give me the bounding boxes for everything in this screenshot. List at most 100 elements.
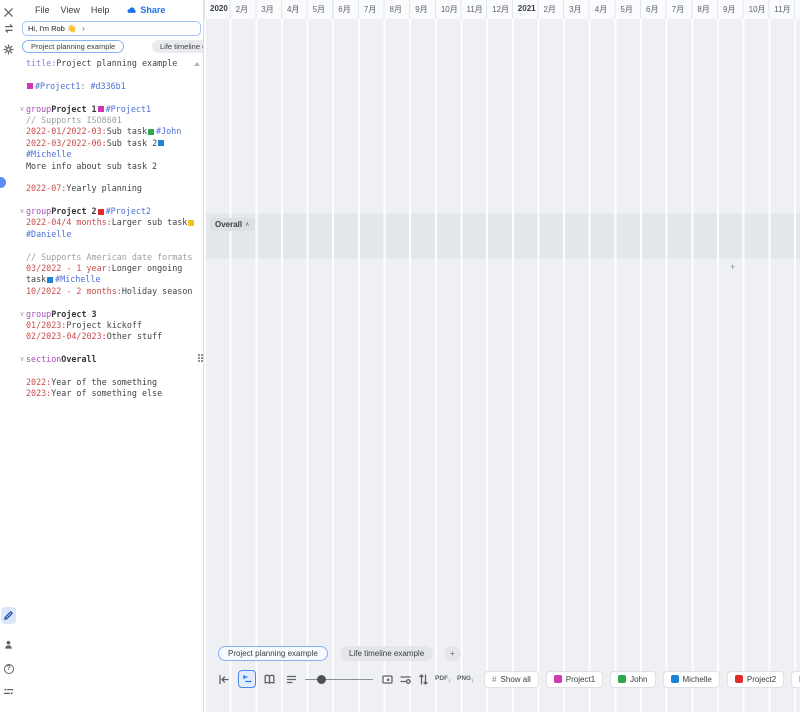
color-swatch xyxy=(47,277,53,283)
code-line[interactable] xyxy=(17,92,198,103)
code-line[interactable]: ∨group Project 2 #Project2 xyxy=(17,206,198,217)
profile-person-icon[interactable] xyxy=(2,638,15,651)
code-line[interactable]: // Supports American date formats xyxy=(17,252,198,263)
code-token: task xyxy=(26,274,46,285)
export-pdf-button[interactable]: PDF ↓ xyxy=(435,675,451,684)
code-line[interactable]: ∨group Project 1 #Project1 xyxy=(17,104,198,115)
code-line[interactable]: ∨group Project 3 xyxy=(17,309,198,320)
tag-filter-project2[interactable]: Project2 xyxy=(727,671,784,688)
code-token: Year of something else xyxy=(51,388,162,399)
notification-bubble[interactable] xyxy=(0,177,6,188)
close-icon[interactable] xyxy=(2,6,15,19)
section-chip-overall[interactable]: Overall ∧ xyxy=(210,218,255,231)
code-token: Yearly planning xyxy=(66,183,142,194)
code-token: Project 1 xyxy=(51,104,96,115)
code-line[interactable]: 03/2022 - 1 year: Longer ongoing xyxy=(17,263,198,274)
code-line[interactable]: 2022-01/2022-03: Sub task #John xyxy=(17,126,198,137)
add-event-marker[interactable]: + xyxy=(730,262,735,272)
code-editor[interactable]: title: Project planning example #Project1… xyxy=(17,58,198,712)
gear-icon[interactable] xyxy=(2,43,15,56)
code-line[interactable]: #Danielle xyxy=(17,229,198,240)
code-token: Other stuff xyxy=(107,331,162,342)
go-to-start-button[interactable] xyxy=(214,670,232,688)
code-line[interactable]: 01/2023: Project kickoff xyxy=(17,320,198,331)
code-token: 2022-01/2022-03: xyxy=(26,126,107,137)
month-label: 2021 xyxy=(518,4,536,13)
code-line[interactable]: task #Michelle xyxy=(17,274,198,285)
editor-tab-1[interactable]: Project planning example xyxy=(22,40,124,53)
color-swatch xyxy=(158,140,164,146)
menu-view[interactable]: View xyxy=(61,5,80,15)
tag-color-swatch xyxy=(735,675,743,683)
tag-filter-michelle[interactable]: Michelle xyxy=(663,671,720,688)
code-line[interactable]: 02/2023-04/2023: Other stuff xyxy=(17,331,198,342)
code-line[interactable]: ∨section Overall xyxy=(17,354,198,365)
swap-arrows-icon[interactable] xyxy=(2,22,15,35)
timelines-list-icon[interactable] xyxy=(2,685,15,698)
add-page-tab-button[interactable]: + xyxy=(444,646,461,661)
month-label: 5月 xyxy=(620,4,632,15)
edit-pencil-icon[interactable] xyxy=(1,607,16,624)
code-line[interactable] xyxy=(17,69,198,80)
share-button[interactable]: Share xyxy=(126,5,165,15)
assistant-greeting: Hi, I'm Rob 👋 xyxy=(28,24,76,33)
fold-chevron-icon[interactable]: ∨ xyxy=(17,309,26,320)
scrollbar-up-arrow[interactable] xyxy=(194,62,200,66)
code-token: group xyxy=(26,309,51,320)
tag-label: Project2 xyxy=(747,675,776,684)
code-line[interactable] xyxy=(17,343,198,354)
filter-settings-button[interactable] xyxy=(396,670,414,688)
code-line[interactable]: #Project1: #d336b1 xyxy=(17,81,198,92)
month-label: 7月 xyxy=(364,4,376,15)
code-token: 2022-04/4 months: xyxy=(26,217,112,228)
code-token: title: xyxy=(26,58,56,69)
code-token: // Supports American date formats xyxy=(26,252,192,263)
section-band-overall xyxy=(204,213,800,259)
calendar-book-view-button[interactable] xyxy=(260,670,278,688)
minimap-toggle-button[interactable] xyxy=(378,670,396,688)
tag-filter-danielle[interactable]: Danielle xyxy=(791,671,800,688)
code-line[interactable]: title: Project planning example xyxy=(17,58,198,69)
code-line[interactable] xyxy=(17,240,198,251)
panel-resize-handle[interactable] xyxy=(197,350,204,365)
tag-color-swatch xyxy=(554,675,562,683)
tag-filter-project1[interactable]: Project1 xyxy=(546,671,603,688)
tag-filter-john[interactable]: John xyxy=(610,671,655,688)
code-line[interactable] xyxy=(17,297,198,308)
editor-tab-2[interactable]: Life timeline example xyxy=(152,40,204,53)
help-icon[interactable]: ? xyxy=(2,662,15,675)
code-line[interactable]: 10/2022 - 2 months: Holiday season xyxy=(17,286,198,297)
zoom-slider[interactable] xyxy=(305,670,373,688)
code-line[interactable]: // Supports ISO8601 xyxy=(17,115,198,126)
show-all-button[interactable]: # Show all xyxy=(484,671,539,688)
timeline-view-button[interactable] xyxy=(238,670,256,688)
month-label: 11月 xyxy=(467,4,483,15)
menu-file[interactable]: File xyxy=(35,5,50,15)
list-view-button[interactable] xyxy=(282,670,300,688)
code-line[interactable]: 2022-03/2022-06: Sub task 2 xyxy=(17,138,198,149)
code-line[interactable] xyxy=(17,366,198,377)
code-line[interactable]: 2022: Year of the something xyxy=(17,377,198,388)
code-line[interactable] xyxy=(17,195,198,206)
fold-chevron-icon[interactable]: ∨ xyxy=(17,354,26,365)
assistant-input[interactable]: Hi, I'm Rob 👋 › xyxy=(22,21,201,36)
page-tab-2[interactable]: Life timeline example xyxy=(340,646,433,661)
code-line[interactable]: 2022-04/4 months: Larger sub task xyxy=(17,217,198,228)
page-tab-1[interactable]: Project planning example xyxy=(218,646,328,661)
fold-chevron-icon[interactable]: ∨ xyxy=(17,206,26,217)
code-line[interactable]: 2022-07: Yearly planning xyxy=(17,183,198,194)
menu-help[interactable]: Help xyxy=(91,5,110,15)
code-line[interactable]: 2023: Year of something else xyxy=(17,388,198,399)
month-label: 6月 xyxy=(338,4,350,15)
code-token: Larger sub task xyxy=(112,217,188,228)
code-line[interactable]: More info about sub task 2 xyxy=(17,161,198,172)
code-line[interactable] xyxy=(17,172,198,183)
code-token: Project 2 xyxy=(51,206,96,217)
zoom-slider-thumb[interactable] xyxy=(317,675,326,684)
autofit-rows-button[interactable] xyxy=(414,670,432,688)
month-label: 12月 xyxy=(492,4,509,15)
fold-chevron-icon[interactable]: ∨ xyxy=(17,104,26,115)
timeline-canvas[interactable]: 20202月3月4月5月6月7月8月9月10月11月12月20212月3月4月5… xyxy=(204,0,800,712)
code-line[interactable]: #Michelle xyxy=(17,149,198,160)
export-png-button[interactable]: PNG ↓ xyxy=(457,675,474,684)
